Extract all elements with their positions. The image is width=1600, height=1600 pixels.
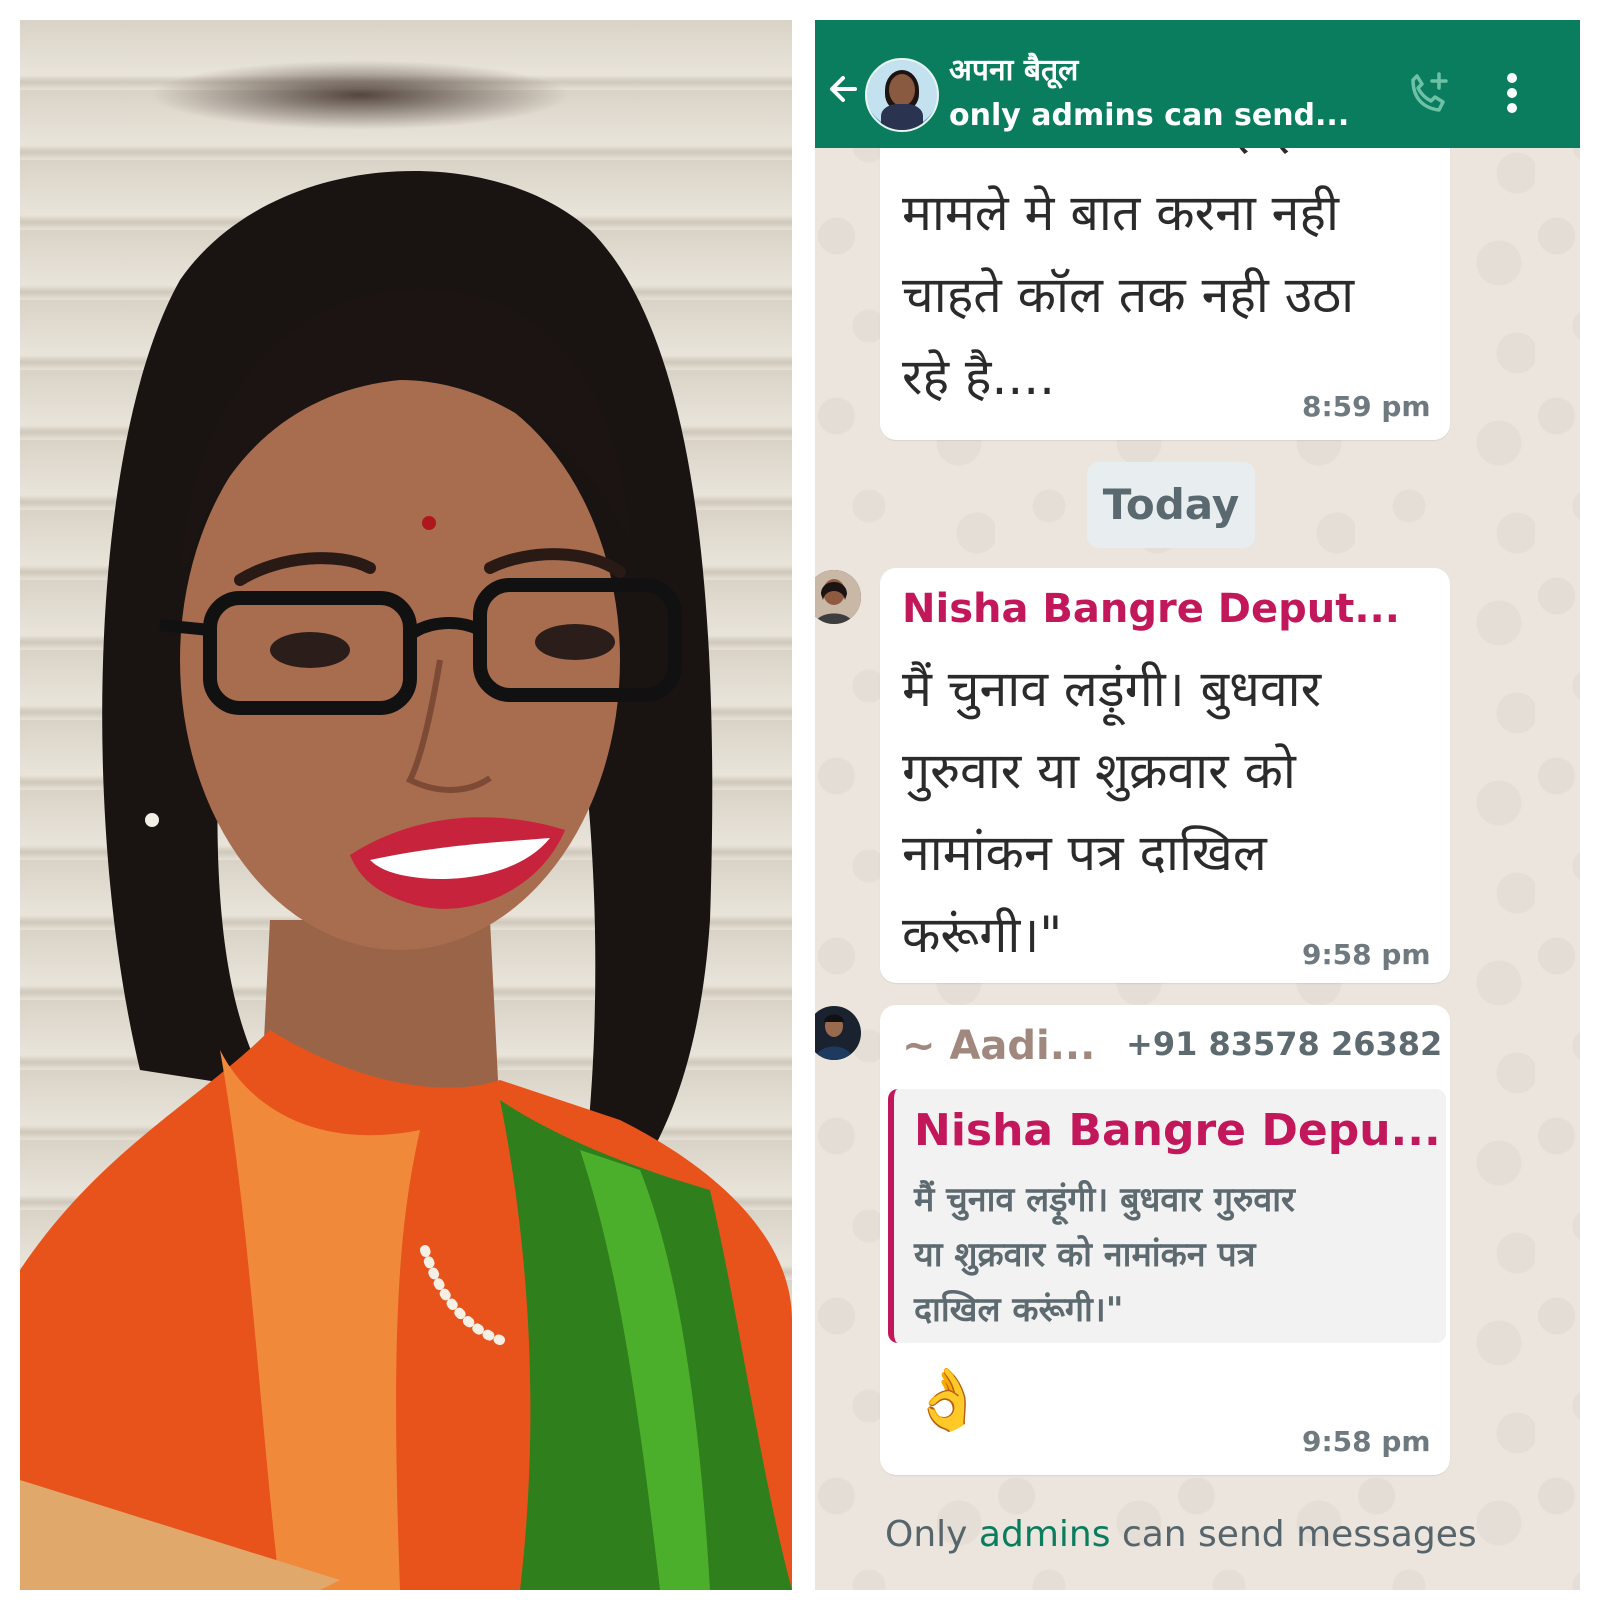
admins-link[interactable]: admins bbox=[979, 1514, 1111, 1555]
message-bubble-3[interactable]: ~ Aadi... +91 83578 26382 Nisha Bangre D… bbox=[880, 1005, 1450, 1475]
footer-prefix: Only bbox=[885, 1514, 968, 1555]
sender-name[interactable]: Nisha Bangre Deput... bbox=[902, 586, 1400, 632]
more-vert-icon[interactable] bbox=[1505, 72, 1519, 114]
admin-only-notice: Only admins can send messages bbox=[885, 1514, 1477, 1555]
footer-suffix: can send messages bbox=[1121, 1514, 1477, 1555]
back-arrow-icon[interactable] bbox=[825, 70, 863, 108]
add-call-icon[interactable] bbox=[1405, 70, 1451, 116]
group-subtitle[interactable]: only admins can send... bbox=[949, 98, 1349, 133]
chat-screen: अपना बैतूल only admins can send... सरकार… bbox=[815, 20, 1580, 1590]
quoted-sender: Nisha Bangre Depu... bbox=[914, 1105, 1441, 1156]
message-text: मैं चुनाव लड़ूंगी। बुधवार गुरुवार या शुक… bbox=[902, 660, 1322, 964]
date-divider: Today bbox=[1087, 462, 1255, 548]
message-time: 9:58 pm bbox=[1302, 938, 1431, 971]
quoted-message[interactable]: Nisha Bangre Depu... मैं चुनाव लड़ूंगी। … bbox=[888, 1089, 1446, 1343]
sender-name[interactable]: ~ Aadi... bbox=[902, 1023, 1095, 1069]
profile-photo bbox=[20, 20, 792, 1590]
group-title[interactable]: अपना बैतूल bbox=[949, 48, 1078, 89]
chat-header: अपना बैतूल only admins can send... bbox=[815, 20, 1580, 148]
group-avatar[interactable] bbox=[865, 58, 939, 132]
sender-phone[interactable]: +91 83578 26382 bbox=[1126, 1025, 1442, 1063]
message-text: मामले मे बात करना नही चाहते कॉल तक नही उ… bbox=[902, 184, 1355, 406]
ok-hand-emoji: 👌 bbox=[910, 1365, 985, 1435]
quoted-text: मैं चुनाव लड़ूंगी। बुधवार गुरुवार या शुक… bbox=[914, 1180, 1295, 1330]
portrait-illustration bbox=[20, 170, 792, 1590]
message-bubble-2[interactable]: Nisha Bangre Deput... मैं चुनाव लड़ूंगी।… bbox=[880, 568, 1450, 983]
message-bubble-1[interactable]: सरकार के जन कोई इस मामले मे बात करना नही… bbox=[880, 100, 1450, 440]
message-time: 8:59 pm bbox=[1302, 390, 1431, 423]
message-time: 9:58 pm bbox=[1302, 1425, 1431, 1458]
